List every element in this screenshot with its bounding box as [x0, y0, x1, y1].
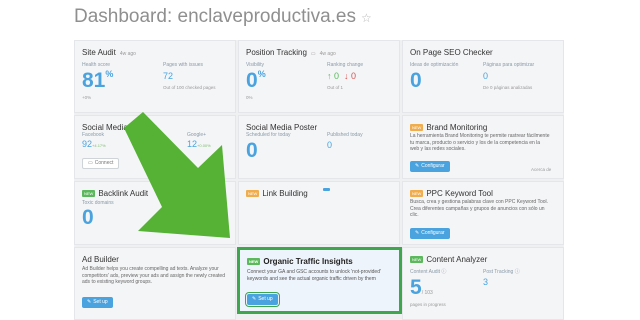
googleplus-label: Google+ [187, 132, 207, 138]
post-tracking-label: Post Tracking ⓘ [483, 269, 520, 275]
pages-issues-label: Pages with issues [163, 62, 204, 68]
health-score-value[interactable]: 81% [82, 70, 113, 92]
ppc-keyword-widget[interactable]: NEW PPC Keyword Tool Busca, crea y gestio… [402, 181, 564, 245]
published-value[interactable]: 0 [327, 141, 332, 150]
twitter-value[interactable]: 2% [135, 140, 144, 149]
link-building-bar [323, 188, 330, 191]
brand-more-link[interactable]: Acerca de [531, 167, 551, 172]
ppc-configurar-button[interactable]: ✎ Configurar [410, 228, 450, 239]
dashboard-grid: Site Audit 4w ago Health score 81% +0% Pa… [74, 40, 564, 320]
backlink-score-value[interactable]: 97 [163, 209, 173, 218]
googleplus-value[interactable]: 12+0.00% [187, 140, 211, 149]
brand-configurar-button[interactable]: ✎ Configurar [410, 161, 450, 172]
backlink-audit-widget[interactable]: NEW Backlink Audit Toxic domains 0 Sc 97 [74, 181, 236, 245]
new-badge: NEW [410, 256, 424, 263]
wrench-icon: ✎ [252, 296, 257, 302]
wrench-icon: ✎ [87, 299, 92, 305]
social-tracker-title[interactable]: Social Media Tracker [82, 123, 157, 132]
content-analyzer-title[interactable]: NEW Content Analyzer [410, 255, 487, 264]
new-badge: NEW [82, 190, 96, 197]
wrench-icon: ✎ [415, 163, 420, 169]
pages-optimize-sub: De 0 páginas analizadas [483, 85, 533, 90]
visibility-label: Visibility [246, 62, 264, 68]
site-audit-widget[interactable]: Site Audit 4w ago Health score 81% +0% Pa… [74, 40, 236, 113]
link-icon: ▭ [88, 160, 93, 166]
new-badge: NEW [410, 190, 424, 197]
on-page-seo-widget[interactable]: On Page SEO Checker Ideas de optimizació… [402, 40, 564, 113]
social-poster-widget[interactable]: Social Media Poster Scheduled for today … [238, 115, 400, 179]
scheduled-value[interactable]: 0 [246, 140, 258, 161]
organic-traffic-text: Connect your GA and GSC accounts to unlo… [247, 269, 381, 282]
info-icon[interactable]: ⓘ [515, 269, 520, 275]
brand-monitoring-title[interactable]: NEW Brand Monitoring [410, 123, 487, 132]
link-building-title[interactable]: NEW Link Building [246, 189, 308, 198]
social-tracker-widget[interactable]: Social Media Tracker Facebook 92+4.17% T… [74, 115, 236, 179]
ranking-change-label: Ranking change [327, 62, 364, 68]
page-title: Dashboard: enclaveproductiva.es ☆ [74, 6, 372, 27]
backlink-audit-title[interactable]: NEW Backlink Audit [82, 189, 148, 198]
published-label: Published today [327, 132, 363, 138]
backlink-score-label: Sc [163, 200, 169, 206]
visibility-value[interactable]: 0% [246, 70, 266, 92]
social-poster-title[interactable]: Social Media Poster [246, 123, 317, 132]
ad-builder-widget[interactable]: Ad Builder Ad Builder helps you create c… [74, 247, 236, 320]
brand-monitoring-text: La herramienta Brand Monitoring te permi… [410, 133, 550, 152]
new-badge: NEW [410, 124, 424, 131]
position-tracking-widget[interactable]: Position Tracking ▭ 4w ago Visibility 0% 0… [238, 40, 400, 113]
wrench-icon: ✎ [415, 230, 420, 236]
site-audit-title[interactable]: Site Audit 4w ago [82, 48, 136, 57]
twitter-label: Twitter [135, 132, 150, 138]
new-badge: NEW [246, 190, 260, 197]
ranking-change-sub: Out of 1 [327, 85, 344, 90]
toxic-domains-value[interactable]: 0 [82, 207, 94, 228]
organic-traffic-title[interactable]: NEW Organic Traffic Insights [247, 257, 353, 266]
on-page-seo-title[interactable]: On Page SEO Checker [410, 48, 493, 57]
organic-setup-button[interactable]: ✎ Set up [245, 292, 280, 307]
favorite-star-icon[interactable]: ☆ [361, 11, 372, 25]
connect-button[interactable]: ▭ Connect [82, 158, 120, 169]
ad-builder-setup-button[interactable]: ✎ Set up [82, 297, 113, 308]
content-audit-sub: pages in progress [410, 302, 446, 307]
brand-monitoring-widget[interactable]: NEW Brand Monitoring La herramienta Brand… [402, 115, 564, 179]
pages-optimize-value[interactable]: 0 [483, 72, 488, 81]
organic-traffic-widget[interactable]: NEW Organic Traffic Insights Connect your… [237, 247, 402, 314]
health-score-label: Health score [82, 62, 111, 68]
post-tracking-value[interactable]: 3 [483, 278, 488, 287]
ad-builder-text: Ad Builder helps you create compelling a… [82, 266, 225, 285]
add-button[interactable]: dd [149, 158, 167, 169]
health-score-delta: +0% [82, 95, 92, 100]
ppc-keyword-title[interactable]: NEW PPC Keyword Tool [410, 189, 493, 198]
scheduled-label: Scheduled for today [246, 132, 291, 138]
pages-issues-sub: Out of 100 checked pages [163, 85, 216, 90]
ideas-label: Ideas de optimización [410, 62, 459, 68]
facebook-label: Facebook [82, 132, 104, 138]
ranking-change-values[interactable]: ↑ 0 ↓ 0 [327, 72, 356, 81]
device-icon: ▭ [310, 51, 316, 57]
content-analyzer-widget[interactable]: NEW Content Analyzer Content Audit ⓘ 5/ 1… [402, 247, 564, 320]
content-audit-value[interactable]: 5/ 103 [410, 277, 433, 298]
ppc-keyword-text: Busca, crea y gestiona palabras clave co… [410, 199, 549, 218]
pages-issues-value[interactable]: 72 [163, 72, 173, 81]
pages-optimize-label: Páginas para optimizar [483, 62, 535, 68]
visibility-sub: 0% [246, 95, 253, 100]
position-tracking-title[interactable]: Position Tracking ▭ 4w ago [246, 48, 336, 57]
new-badge: NEW [247, 258, 261, 265]
content-audit-label: Content Audit ⓘ [410, 269, 447, 275]
ideas-value[interactable]: 0 [410, 70, 422, 91]
info-icon[interactable]: ⓘ [441, 269, 446, 275]
link-building-widget[interactable]: NEW Link Building [238, 181, 400, 245]
ad-builder-title[interactable]: Ad Builder [82, 255, 119, 264]
facebook-value[interactable]: 92+4.17% [82, 140, 106, 149]
